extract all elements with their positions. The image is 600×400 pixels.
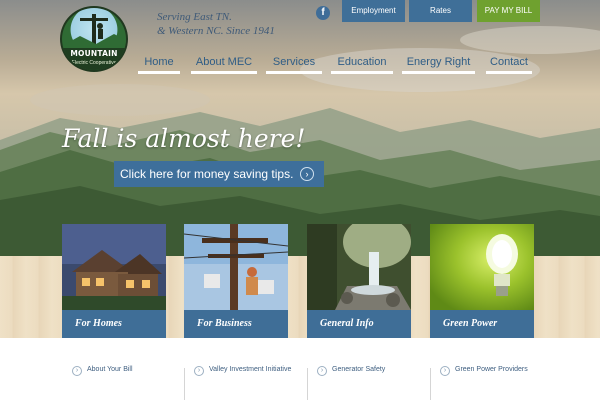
mountain-electric-logo[interactable]: MOUNTAIN Electric Cooperative [60, 6, 128, 72]
links-column-general-info: › Generator Safety [317, 366, 427, 386]
logo-subtitle: Electric Cooperative [71, 60, 117, 66]
tile-label-green-power: Green Power [430, 310, 534, 338]
chevron-right-icon: › [317, 366, 327, 376]
home-photo [62, 224, 166, 310]
lightbulb-photo [430, 224, 534, 310]
chevron-right-icon: › [440, 366, 450, 376]
column-divider [430, 368, 431, 400]
pay-my-bill-button[interactable]: PAY MY BILL [477, 0, 540, 22]
column-divider [184, 368, 185, 400]
tile-general-info[interactable]: General Info [307, 224, 411, 338]
column-divider [307, 368, 308, 400]
links-column-homes: › About Your Bill [72, 366, 182, 386]
nav-item-about[interactable]: About MEC [191, 52, 257, 74]
link-generator-safety[interactable]: › Generator Safety [317, 366, 427, 376]
tile-label-homes: For Homes [62, 310, 166, 338]
link-valley-investment-initiative[interactable]: › Valley Investment Initiative [194, 366, 304, 376]
quick-links-section: › About Your Bill › Valley Investment In… [0, 338, 600, 400]
chevron-right-icon: › [72, 366, 82, 376]
link-label: Valley Investment Initiative [209, 366, 292, 373]
chevron-right-icon: › [300, 167, 314, 181]
chevron-right-icon: › [194, 366, 204, 376]
nav-item-energy-right[interactable]: Energy Right [402, 52, 475, 74]
link-green-power-providers[interactable]: › Green Power Providers [440, 366, 550, 376]
tile-for-homes[interactable]: For Homes [62, 224, 166, 338]
hero-banner: MOUNTAIN Electric Cooperative Serving Ea… [0, 0, 600, 256]
rates-button[interactable]: Rates [409, 0, 472, 22]
cta-label: Click here for money saving tips. [120, 167, 294, 181]
nav-item-services[interactable]: Services [266, 52, 322, 74]
facebook-icon[interactable]: f [316, 6, 330, 20]
lineman-photo [184, 224, 288, 310]
tile-label-general-info: General Info [307, 310, 411, 338]
hero-headline: Fall is almost here! [62, 124, 306, 153]
link-label: Green Power Providers [455, 366, 528, 373]
link-label: Generator Safety [332, 366, 386, 373]
tile-label-business: For Business [184, 310, 288, 338]
nav-item-home[interactable]: Home [138, 52, 180, 74]
nav-item-contact[interactable]: Contact [486, 52, 532, 74]
employment-button[interactable]: Employment [342, 0, 405, 22]
tagline-line-1: Serving East TN. [157, 11, 232, 23]
logo-title: MOUNTAIN [70, 49, 118, 58]
lineman-pole-icon [62, 14, 126, 50]
tile-green-power[interactable]: Green Power [430, 224, 534, 338]
nav-item-education[interactable]: Education [331, 52, 393, 74]
links-column-business: › Valley Investment Initiative [194, 366, 304, 386]
link-label: About Your Bill [87, 366, 133, 373]
waterfall-photo [307, 224, 411, 310]
tile-for-business[interactable]: For Business [184, 224, 288, 338]
tagline: Serving East TN. & Western NC. Since 194… [157, 10, 275, 38]
link-about-your-bill[interactable]: › About Your Bill [72, 366, 182, 376]
money-saving-tips-button[interactable]: Click here for money saving tips. › [114, 161, 324, 187]
tagline-line-2: & Western NC. Since 1941 [157, 25, 275, 37]
links-column-green-power: › Green Power Providers [440, 366, 550, 386]
